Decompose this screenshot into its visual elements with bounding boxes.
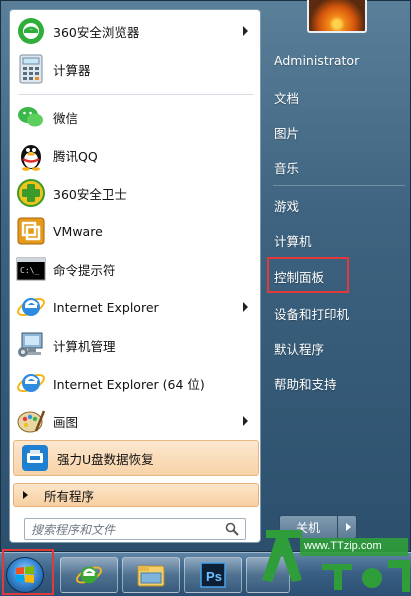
cmd-icon: C:\_ bbox=[15, 253, 47, 285]
paint-icon bbox=[15, 405, 47, 437]
program-vmware[interactable]: VMware bbox=[10, 213, 260, 249]
program-label: 360安全卫士 bbox=[53, 186, 127, 202]
right-item-default-programs[interactable]: 默认程序 bbox=[274, 339, 324, 358]
program-label: 计算器 bbox=[53, 62, 91, 78]
program-360-security[interactable]: 360安全卫士 bbox=[10, 175, 260, 211]
right-item-games[interactable]: 游戏 bbox=[274, 196, 299, 215]
program-label: Internet Explorer (64 位) bbox=[53, 376, 205, 392]
360-security-icon bbox=[15, 177, 47, 209]
right-item-devices-printers[interactable]: 设备和打印机 bbox=[274, 304, 349, 323]
wechat-icon bbox=[15, 101, 47, 133]
program-calculator[interactable]: 计算器 bbox=[10, 51, 260, 87]
usb-recovery-icon bbox=[19, 442, 51, 474]
program-computer-management[interactable]: 计算机管理 bbox=[10, 327, 260, 363]
control-panel-highlight-box bbox=[267, 257, 349, 293]
program-label: VMware bbox=[53, 223, 103, 239]
program-internet-explorer[interactable]: Internet Explorer bbox=[10, 289, 260, 325]
search-icon[interactable] bbox=[225, 522, 239, 539]
ie-icon bbox=[15, 367, 47, 399]
taskbar-photoshop-button[interactable]: Ps bbox=[184, 557, 242, 593]
search-placeholder: 搜索程序和文件 bbox=[31, 522, 116, 537]
all-programs-label: 所有程序 bbox=[44, 488, 95, 504]
program-label: 腾讯QQ bbox=[53, 148, 98, 164]
program-label: 360安全浏览器 bbox=[53, 24, 140, 40]
program-label: 计算机管理 bbox=[53, 338, 116, 354]
computer-management-icon bbox=[15, 329, 47, 361]
start-menu: 360安全浏览器 计算器 微信 腾讯QQ 360安全卫士 VMware C:\_… bbox=[0, 0, 411, 552]
right-item-pictures[interactable]: 图片 bbox=[274, 123, 299, 142]
expand-triangle-icon bbox=[23, 491, 28, 499]
calculator-icon bbox=[15, 53, 47, 85]
taskbar: Ps bbox=[0, 552, 411, 596]
360-browser-icon bbox=[15, 15, 47, 47]
program-label: 命令提示符 bbox=[53, 262, 116, 278]
program-cmd[interactable]: C:\_ 命令提示符 bbox=[10, 251, 260, 287]
shutdown-options-button[interactable] bbox=[337, 515, 359, 539]
start-button-highlight-box bbox=[2, 549, 54, 595]
svg-text:C:\_: C:\_ bbox=[20, 266, 39, 275]
right-item-documents[interactable]: 文档 bbox=[274, 88, 299, 107]
program-wechat[interactable]: 微信 bbox=[10, 99, 260, 135]
chevron-right-icon bbox=[346, 523, 351, 531]
program-paint[interactable]: 画图 bbox=[10, 403, 260, 439]
qq-penguin-icon bbox=[15, 139, 47, 171]
ie-icon bbox=[15, 291, 47, 323]
submenu-arrow-icon[interactable] bbox=[243, 302, 248, 312]
photoshop-label: Ps bbox=[206, 568, 222, 584]
right-divider bbox=[273, 185, 405, 186]
taskbar-app-button[interactable] bbox=[246, 557, 290, 593]
right-item-administrator[interactable]: Administrator bbox=[274, 53, 359, 68]
all-programs-button[interactable]: 所有程序 bbox=[13, 483, 259, 507]
program-label: 微信 bbox=[53, 110, 79, 126]
program-internet-explorer-64[interactable]: Internet Explorer (64 位) bbox=[10, 365, 260, 401]
program-label: Internet Explorer bbox=[53, 299, 159, 315]
right-item-computer[interactable]: 计算机 bbox=[274, 231, 312, 250]
submenu-arrow-icon[interactable] bbox=[243, 416, 248, 426]
explorer-folder-icon bbox=[137, 565, 165, 587]
pinned-divider bbox=[18, 94, 254, 95]
shutdown-label: 关机 bbox=[295, 520, 320, 535]
program-label: 强力U盘数据恢复 bbox=[57, 451, 154, 467]
right-item-help-support[interactable]: 帮助和支持 bbox=[274, 374, 337, 393]
user-avatar[interactable] bbox=[307, 0, 367, 33]
ie-icon bbox=[75, 566, 103, 584]
right-item-music[interactable]: 音乐 bbox=[274, 158, 299, 177]
program-360-browser[interactable]: 360安全浏览器 bbox=[10, 13, 260, 49]
programs-pane: 360安全浏览器 计算器 微信 腾讯QQ 360安全卫士 VMware C:\_… bbox=[9, 9, 261, 543]
program-usb-recovery[interactable]: 强力U盘数据恢复 bbox=[13, 440, 259, 476]
submenu-arrow-icon[interactable] bbox=[243, 26, 248, 36]
search-input[interactable]: 搜索程序和文件 bbox=[24, 518, 246, 540]
taskbar-explorer-button[interactable] bbox=[122, 557, 180, 593]
program-label: 画图 bbox=[53, 414, 79, 430]
vmware-icon bbox=[15, 215, 47, 247]
program-qq[interactable]: 腾讯QQ bbox=[10, 137, 260, 173]
taskbar-ie-button[interactable] bbox=[60, 557, 118, 593]
search-area: 搜索程序和文件 bbox=[18, 514, 254, 540]
